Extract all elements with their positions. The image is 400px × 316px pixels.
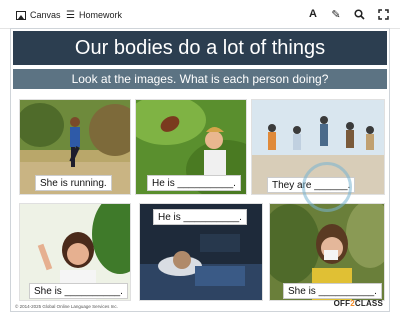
canvas-label: Canvas <box>30 10 61 20</box>
pencil-icon[interactable]: ✎ <box>329 7 343 21</box>
slide-title: Our bodies do a lot of things <box>13 31 387 65</box>
caption-1: She is running. <box>35 175 112 191</box>
canvas-tab[interactable]: Canvas <box>16 8 61 22</box>
slide-subtitle: Look at the images. What is each person … <box>13 69 387 89</box>
top-toolbar: Canvas ☰ Homework A ✎ <box>0 0 400 29</box>
caption-5: He is __________. <box>153 209 247 225</box>
caption-4: She is __________. <box>29 283 128 299</box>
copyright-text: © 2014-2025 Global Online Language Servi… <box>15 304 118 309</box>
text-icon[interactable]: A <box>306 7 320 21</box>
expand-icon[interactable] <box>376 7 390 21</box>
homework-tab[interactable]: ☰ Homework <box>66 8 122 22</box>
search-icon[interactable] <box>352 7 366 21</box>
caption-6: She is __________. <box>283 283 382 299</box>
pointer-highlight <box>302 162 352 212</box>
image-icon <box>16 10 26 20</box>
logo-text-start: OFF <box>333 299 351 308</box>
logo-text-end: CLASS <box>354 299 383 308</box>
caption-2: He is __________. <box>147 175 241 191</box>
brand-logo: OFF2CLASS <box>334 299 383 308</box>
homework-label: Homework <box>78 10 122 20</box>
list-icon: ☰ <box>66 9 75 21</box>
